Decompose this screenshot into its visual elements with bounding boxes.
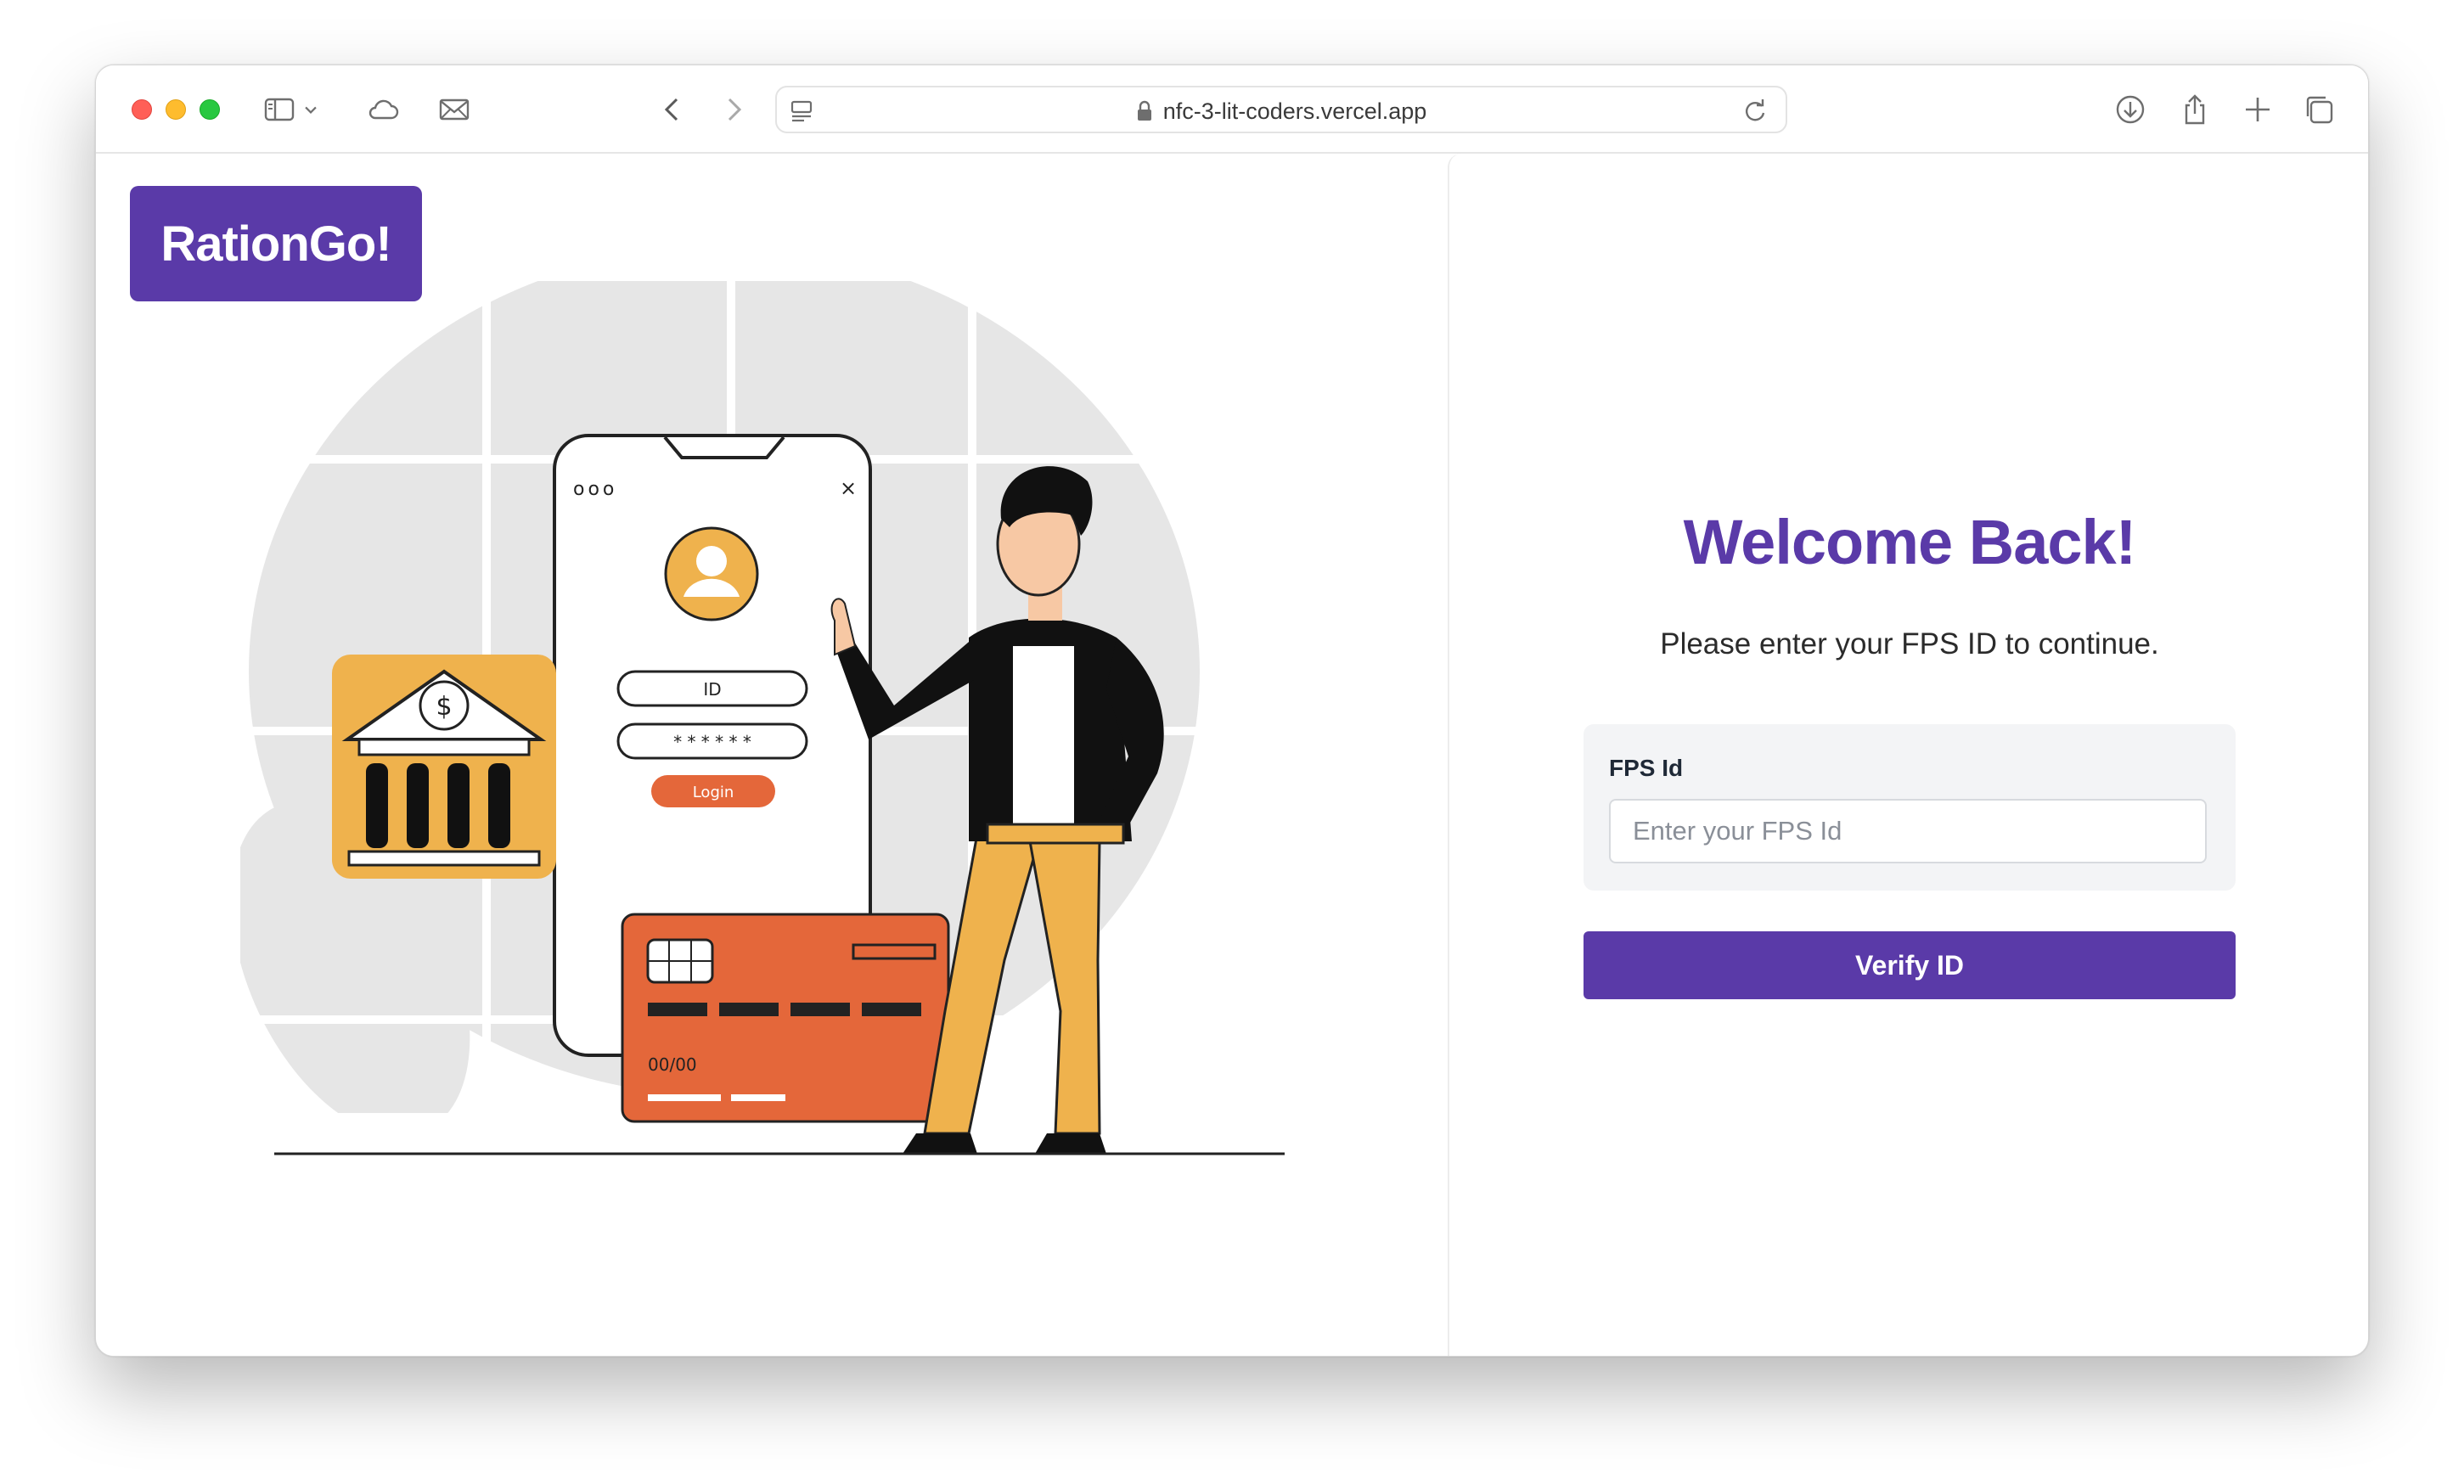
browser-toolbar: nfc-3-lit-coders.vercel.app — [96, 65, 2368, 154]
minimize-window-button[interactable] — [166, 99, 186, 120]
zoom-window-button[interactable] — [200, 99, 220, 120]
share-icon[interactable] — [2176, 91, 2214, 128]
page-content: RationGo! ooo × ID * * * * * * Login $ 0… — [96, 154, 2368, 1356]
verify-id-button[interactable]: Verify ID — [1584, 931, 2236, 999]
url-text: nfc-3-lit-coders.vercel.app — [1162, 98, 1427, 124]
phone-login-button: Login — [693, 784, 734, 801]
browser-window: nfc-3-lit-coders.vercel.app RationGo! oo… — [95, 65, 2369, 1357]
credit-card-graphic: 00/00 — [621, 913, 950, 1123]
phone-password-field: * * * * * * — [673, 732, 751, 752]
mail-icon[interactable] — [436, 91, 473, 128]
bank-icon: $ — [332, 655, 556, 879]
phone-dots: ooo — [573, 479, 617, 500]
forward-icon[interactable] — [714, 91, 751, 128]
address-bar[interactable]: nfc-3-lit-coders.vercel.app — [775, 86, 1787, 133]
download-icon[interactable] — [2112, 91, 2149, 128]
chevron-down-icon[interactable] — [300, 91, 322, 128]
mobile-banking-illustration: ooo × ID * * * * * * Login $ 00/00 — [240, 281, 1344, 1198]
reload-icon[interactable] — [1736, 93, 1774, 130]
plus-icon[interactable] — [2239, 91, 2276, 128]
fps-id-label: FPS Id — [1609, 755, 1684, 781]
page-subtitle: Please enter your FPS ID to continue. — [1660, 627, 2159, 660]
cloud-icon[interactable] — [364, 91, 402, 128]
fps-id-form: FPS Id — [1584, 724, 2236, 891]
fps-id-input[interactable] — [1609, 799, 2207, 863]
card-expiry: 00/00 — [648, 1054, 697, 1075]
bank-dollar-sign: $ — [436, 692, 452, 722]
lock-icon — [1136, 100, 1153, 122]
tabs-icon[interactable] — [2300, 91, 2337, 128]
sidebar-icon[interactable] — [261, 91, 298, 128]
back-icon[interactable] — [655, 91, 692, 128]
phone-close-mark: × — [840, 476, 857, 500]
illustration-pane: RationGo! ooo × ID * * * * * * Login $ 0… — [96, 154, 1448, 1356]
close-window-button[interactable] — [132, 99, 152, 120]
page-title: Welcome Back! — [1683, 507, 2137, 577]
login-panel: Welcome Back! Please enter your FPS ID t… — [1448, 154, 2368, 1356]
phone-id-field: ID — [703, 679, 721, 700]
